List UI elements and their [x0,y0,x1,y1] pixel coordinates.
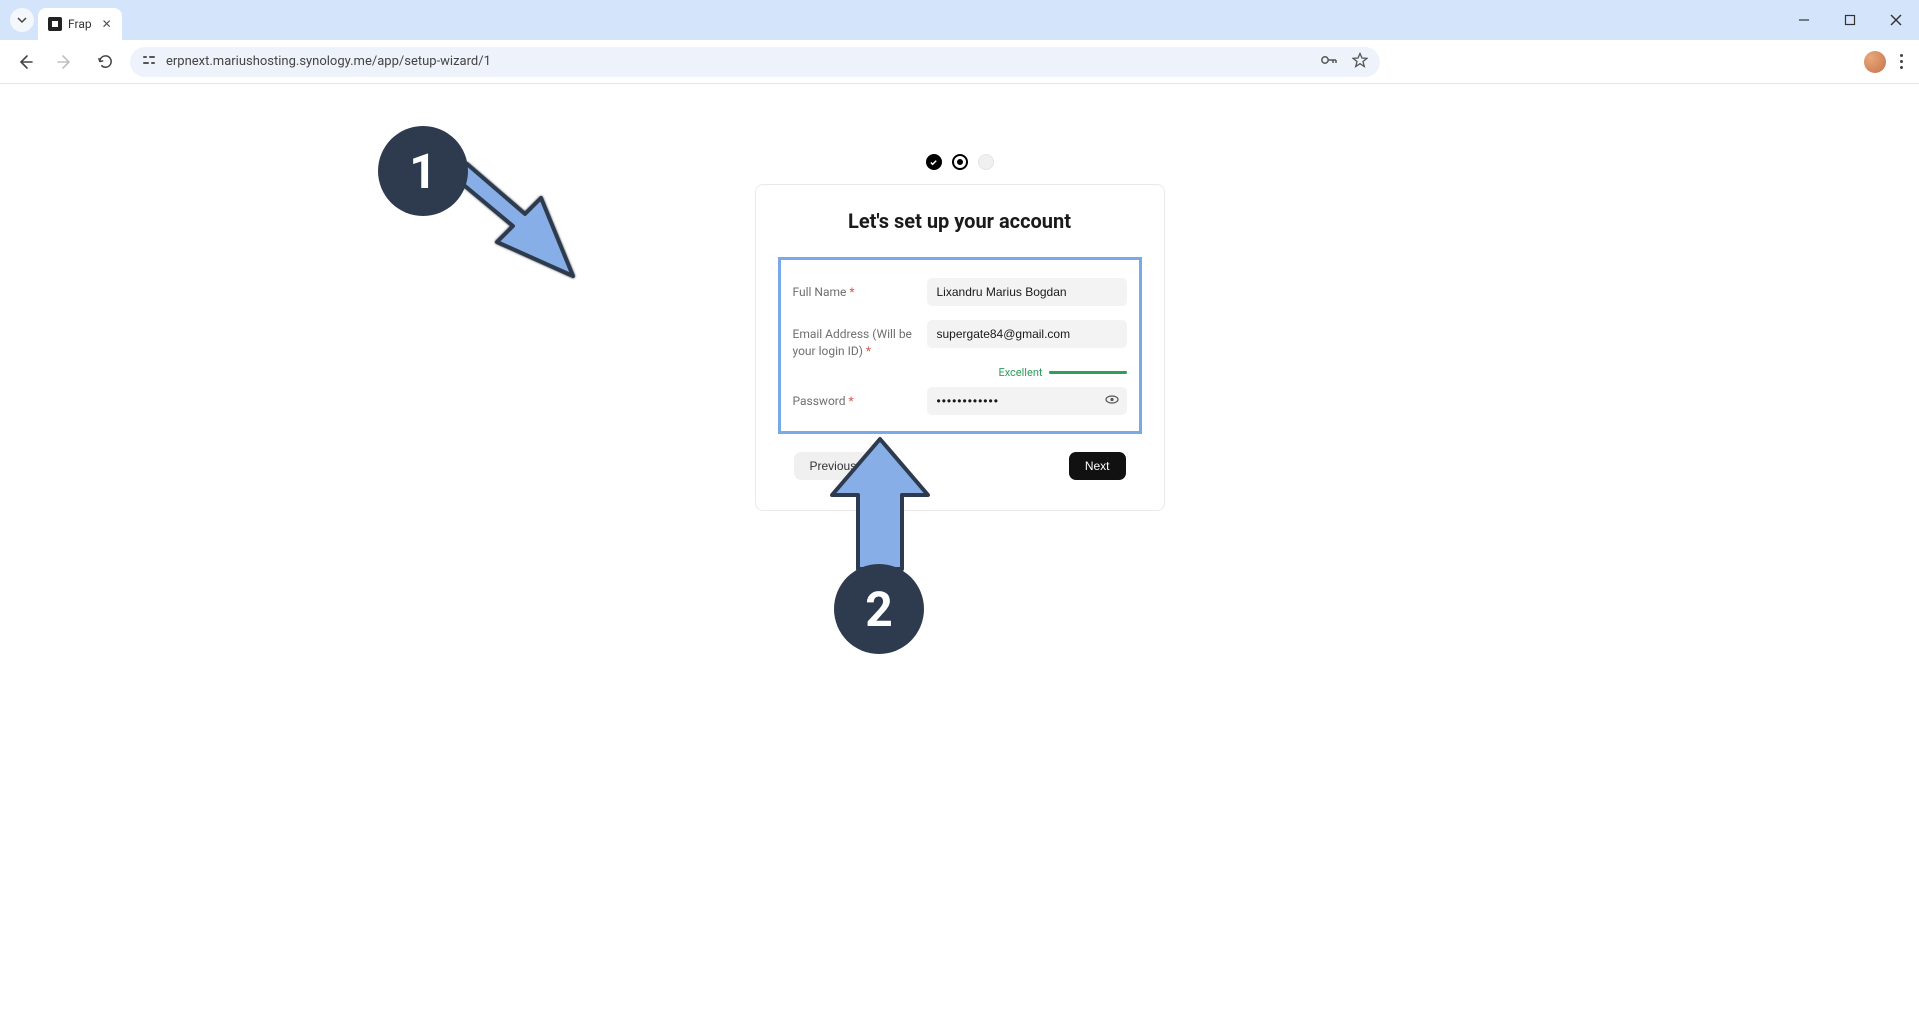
password-row: Password * [793,387,1127,415]
step-3-pending[interactable] [978,154,994,170]
full-name-row: Full Name * [793,278,1127,306]
full-name-input[interactable] [927,278,1127,306]
back-arrow-icon [16,53,34,71]
page-content: Let's set up your account Full Name * Em… [0,84,1919,511]
password-strength-bar [1049,371,1127,374]
browser-tabbar: Frap ✕ [0,0,1919,40]
chevron-down-icon [16,14,28,26]
password-strength-text: Excellent [998,366,1042,379]
email-row: Email Address (Will be your login ID) * [793,320,1127,360]
reload-icon [97,53,114,70]
password-input[interactable] [927,387,1127,415]
forward-button[interactable] [50,47,80,77]
next-button[interactable]: Next [1069,452,1126,480]
back-button[interactable] [10,47,40,77]
tab-title: Frap [68,17,92,31]
annotation-1-arrow-icon [433,146,593,306]
tab-favicon-icon [48,17,62,31]
annotation-1: 1 [378,126,468,216]
kebab-dot-icon [1900,60,1903,63]
bookmark-star-icon[interactable] [1352,52,1368,72]
toggle-password-visibility[interactable] [1105,391,1119,410]
annotation-2-circle: 2 [834,564,924,654]
wizard-stepper [0,154,1919,170]
email-label: Email Address (Will be your login ID) * [793,320,913,360]
tab-search-dropdown[interactable] [10,8,34,32]
step-2-current[interactable] [952,154,968,170]
card-title: Let's set up your account [794,209,1126,233]
button-row: Previous Next [794,452,1126,480]
annotation-1-circle: 1 [378,126,468,216]
setup-card: Let's set up your account Full Name * Em… [755,184,1165,511]
form-highlight-annotation: Full Name * Email Address (Will be your … [778,257,1142,434]
close-icon[interactable]: ✕ [102,17,112,31]
step-1-done[interactable] [926,154,942,170]
eye-icon [1105,392,1119,406]
window-controls [1781,0,1919,40]
minimize-icon [1798,14,1810,26]
forward-arrow-icon [56,53,74,71]
full-name-label: Full Name * [793,278,913,301]
kebab-dot-icon [1900,66,1903,69]
previous-button[interactable]: Previous [794,452,873,480]
email-input[interactable] [927,320,1127,348]
password-key-icon[interactable] [1320,52,1338,71]
kebab-dot-icon [1900,54,1903,57]
browser-menu-button[interactable] [1900,54,1903,69]
address-bar[interactable]: erpnext.mariushosting.synology.me/app/se… [130,47,1380,77]
close-window-icon [1890,14,1902,26]
password-strength-row: Excellent [793,366,1127,379]
site-settings-icon[interactable] [142,53,156,71]
profile-avatar[interactable] [1864,51,1886,73]
check-icon [929,158,938,167]
password-label: Password * [793,387,913,410]
browser-toolbar: erpnext.mariushosting.synology.me/app/se… [0,40,1919,84]
minimize-button[interactable] [1781,0,1827,40]
maximize-icon [1844,14,1856,26]
reload-button[interactable] [90,47,120,77]
maximize-button[interactable] [1827,0,1873,40]
url-text: erpnext.mariushosting.synology.me/app/se… [166,54,1310,69]
browser-tab[interactable]: Frap ✕ [38,8,122,40]
close-window-button[interactable] [1873,0,1919,40]
